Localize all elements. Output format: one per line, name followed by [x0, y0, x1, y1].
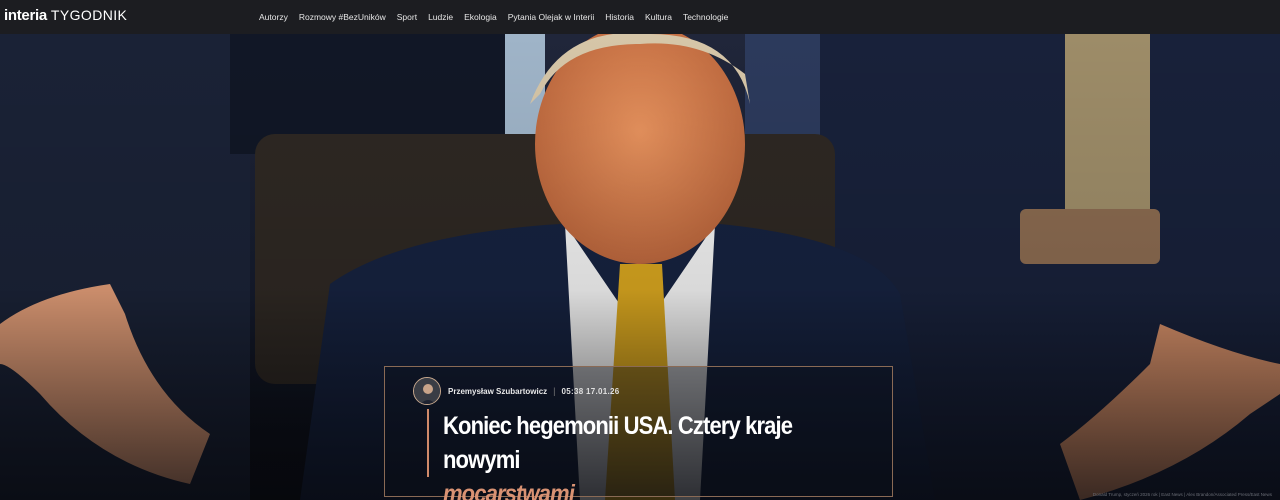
nav-item-rozmowy[interactable]: Rozmowy #BezUników [299, 12, 386, 22]
logo-brand: interia [4, 7, 47, 24]
article-title-main: Koniec hegemonii USA. Cztery kraje nowym… [443, 412, 793, 474]
main-nav: Autorzy Rozmowy #BezUników Sport Ludzie … [259, 0, 728, 34]
article-teaser-card[interactable]: Przemysław Szubartowicz | 05:38 17.01.26… [384, 366, 893, 500]
title-accent-bar [427, 409, 429, 477]
nav-item-technologie[interactable]: Technologie [683, 12, 728, 22]
article-title-accent: mocarstwami [443, 480, 575, 500]
author-row: Przemysław Szubartowicz | 05:38 17.01.26 [413, 377, 620, 405]
nav-item-sport[interactable]: Sport [397, 12, 417, 22]
nav-item-kultura[interactable]: Kultura [645, 12, 672, 22]
nav-item-ekologia[interactable]: Ekologia [464, 12, 497, 22]
author-avatar[interactable] [413, 377, 441, 405]
top-navigation-bar: interia TYGODNIK Autorzy Rozmowy #BezUni… [0, 0, 1280, 34]
nav-item-pytania[interactable]: Pytania Olejak w Interii [508, 12, 594, 22]
photo-credit: Donald Trump, styczeń 2026 rok | East Ne… [1092, 492, 1272, 497]
logo-sub: TYGODNIK [50, 7, 128, 23]
publish-date: 05:38 17.01.26 [561, 386, 620, 396]
hero-photo[interactable]: Przemysław Szubartowicz | 05:38 17.01.26… [0, 34, 1280, 500]
nav-item-historia[interactable]: Historia [605, 12, 634, 22]
author-name[interactable]: Przemysław Szubartowicz [448, 387, 547, 396]
article-title[interactable]: Koniec hegemonii USA. Cztery kraje nowym… [443, 409, 830, 500]
logo[interactable]: interia TYGODNIK [4, 7, 127, 24]
nav-item-ludzie[interactable]: Ludzie [428, 12, 453, 22]
avatar-photo-icon [414, 378, 440, 404]
meta-separator: | [553, 386, 556, 396]
nav-item-autorzy[interactable]: Autorzy [259, 12, 288, 22]
